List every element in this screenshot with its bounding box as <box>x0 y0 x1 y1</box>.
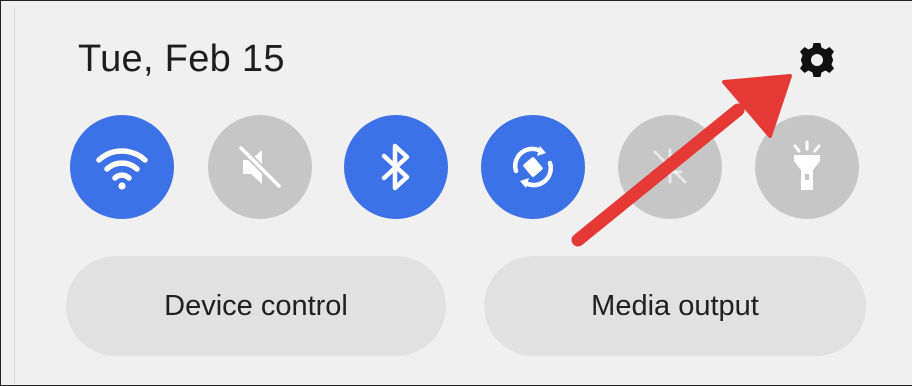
airplane-icon <box>653 148 687 184</box>
device-control-button[interactable]: Device control <box>66 256 446 356</box>
auto-rotate-icon <box>513 146 553 188</box>
wifi-icon <box>96 148 148 190</box>
toggle-auto-rotate[interactable] <box>481 115 585 219</box>
toggle-bluetooth[interactable] <box>344 115 448 219</box>
media-output-button[interactable]: Media output <box>484 256 866 356</box>
bluetooth-icon <box>381 143 410 191</box>
gear-icon[interactable] <box>795 40 839 80</box>
mute-icon <box>238 145 282 189</box>
toggle-flashlight[interactable] <box>755 115 859 219</box>
date-label: Tue, Feb 15 <box>78 38 285 80</box>
flashlight-icon <box>793 140 821 190</box>
toggle-airplane-mode[interactable] <box>618 115 722 219</box>
toggle-wifi[interactable] <box>70 115 174 219</box>
toggle-sound[interactable] <box>208 115 312 219</box>
